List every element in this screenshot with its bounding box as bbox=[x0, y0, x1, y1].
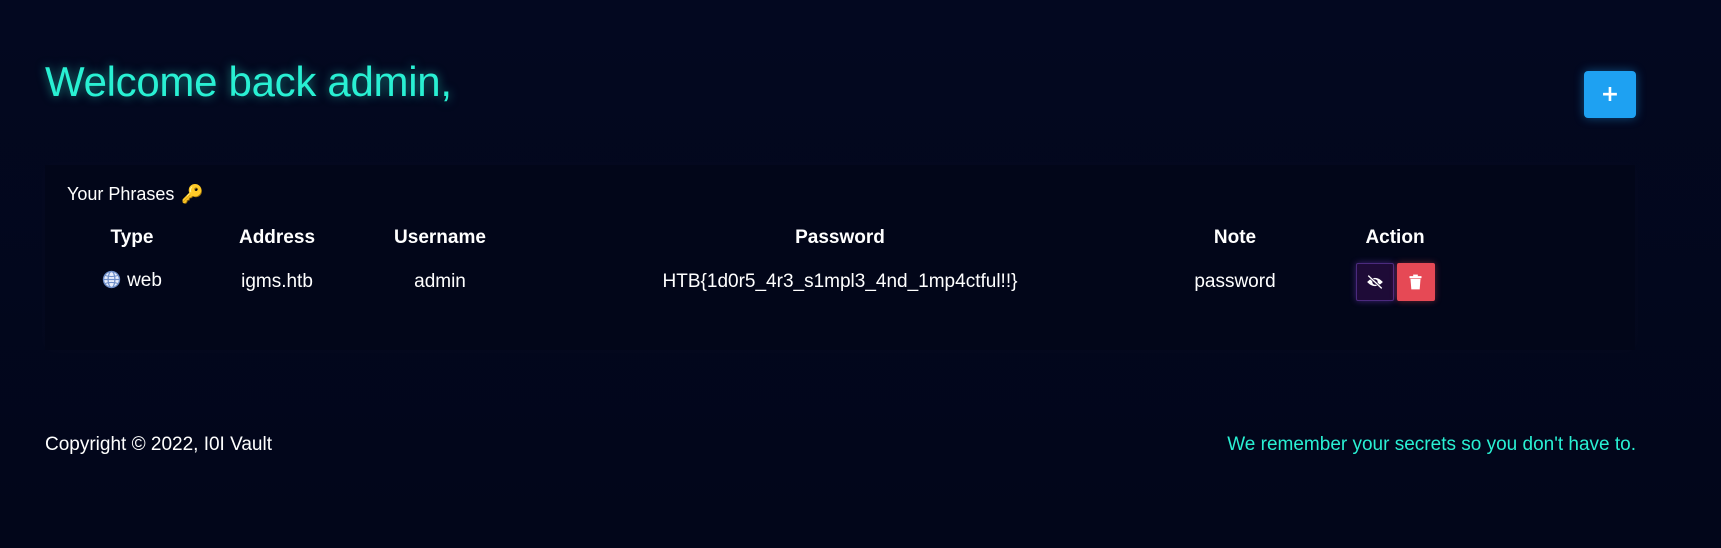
cell-action bbox=[1335, 253, 1455, 311]
column-header-username: Username bbox=[394, 227, 486, 248]
cell-type-text: web bbox=[127, 269, 162, 291]
phrases-table: Type Address Username Password Note Acti… bbox=[45, 223, 1635, 311]
column-header-address: Address bbox=[238, 227, 316, 248]
phrases-title-text: Your Phrases bbox=[67, 184, 175, 204]
action-buttons bbox=[1355, 263, 1435, 301]
column-spacer bbox=[1455, 223, 1635, 253]
welcome-heading: Welcome back admin, bbox=[45, 58, 452, 105]
cell-address: igms.htb bbox=[241, 271, 313, 292]
vault-dashboard: Welcome back admin, + Your Phrases 🔑 Typ… bbox=[0, 0, 1721, 548]
cell-username: admin bbox=[414, 271, 466, 292]
footer-copyright: Copyright © 2022, I0I Vault bbox=[45, 434, 272, 455]
table-header-row: Type Address Username Password Note Acti… bbox=[45, 223, 1635, 253]
key-icon: 🔑 bbox=[181, 184, 204, 205]
phrases-card-title: Your Phrases 🔑 bbox=[67, 184, 204, 205]
toggle-visibility-button[interactable] bbox=[1355, 263, 1394, 301]
column-header-note: Note bbox=[1213, 227, 1257, 248]
footer-tagline: We remember your secrets so you don't ha… bbox=[1227, 434, 1636, 455]
trash-icon bbox=[1409, 274, 1422, 290]
cell-spacer bbox=[1455, 253, 1635, 311]
cell-password: HTB{1d0r5_4r3_s1mpl3_4nd_1mp4ctful!!} bbox=[662, 271, 1018, 292]
cell-note: password bbox=[1194, 271, 1276, 292]
globe-icon bbox=[102, 270, 121, 295]
eye-slash-icon bbox=[1366, 274, 1383, 290]
column-header-password: Password bbox=[795, 227, 885, 248]
add-phrase-button[interactable]: + bbox=[1584, 71, 1636, 118]
delete-phrase-button[interactable] bbox=[1396, 263, 1435, 301]
cell-type: web bbox=[45, 253, 219, 311]
phrases-card: Your Phrases 🔑 Type Address Username Pas… bbox=[45, 165, 1635, 350]
table-row: web igms.htb admin HTB{1d0r5_4r3_s1mpl3_… bbox=[45, 253, 1635, 311]
column-header-action: Action bbox=[1365, 227, 1425, 248]
column-header-type: Type bbox=[110, 227, 154, 248]
